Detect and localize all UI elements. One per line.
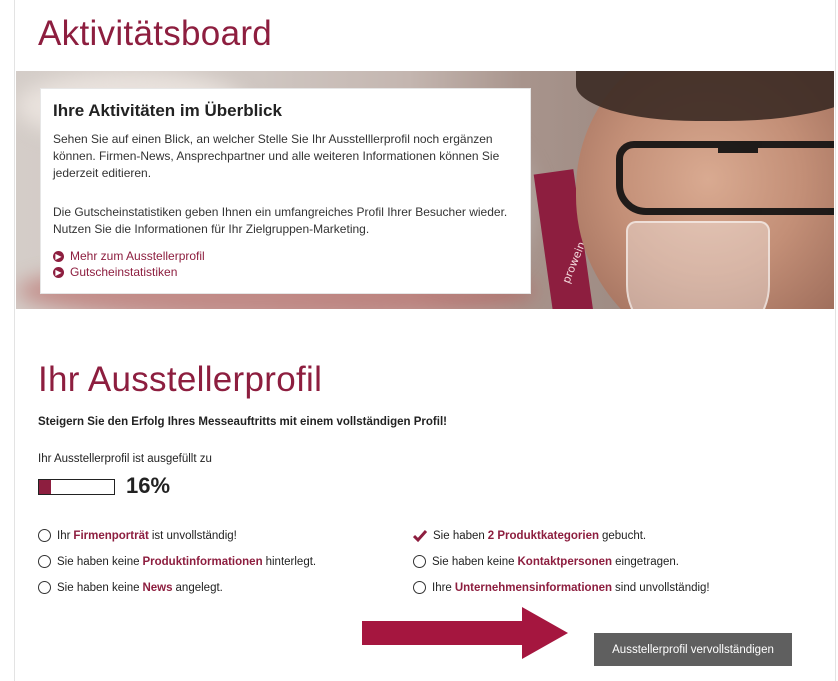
item-text-pre: Ihr — [57, 529, 71, 542]
voucher-statistics-link-label: Gutscheinstatistiken — [70, 265, 178, 279]
empty-circle-icon — [38, 581, 51, 594]
checklist-item-contacts: Sie haben keine Kontaktpersonen eingetra… — [413, 555, 679, 568]
checklist-item-product-info: Sie haben keine Produktinformationen hin… — [38, 555, 316, 568]
progress-label: Ihr Ausstellerprofil ist ausgefüllt zu — [38, 453, 212, 465]
glasses-image — [616, 141, 834, 215]
item-text-pre: Sie haben keine — [57, 555, 140, 568]
progress-percentage: 16% — [126, 473, 171, 498]
left-divider — [14, 0, 15, 681]
profile-section-title: Ihr Ausstellerprofil — [38, 360, 323, 399]
page-title: Aktivitätsboard — [38, 14, 273, 53]
item-text-post: angelegt. — [175, 581, 223, 594]
product-information-link[interactable]: Produktinformationen — [142, 556, 262, 568]
company-information-link[interactable]: Unternehmensinformationen — [455, 582, 612, 594]
item-text-post: sind unvollständig! — [615, 581, 710, 594]
contact-persons-link[interactable]: Kontaktpersonen — [517, 556, 612, 568]
empty-circle-icon — [413, 581, 426, 594]
item-text-post: hinterlegt. — [265, 555, 317, 568]
checklist-item-product-categories: Sie haben 2 Produktkategorien gebucht. — [413, 529, 646, 543]
overview-heading: Ihre Aktivitäten im Überblick — [53, 101, 282, 120]
item-text-post: ist unvollständig! — [151, 529, 237, 542]
profile-progress-bar — [38, 479, 115, 495]
item-text-post: gebucht. — [602, 530, 647, 542]
arrow-circle-icon: ▶ — [53, 250, 64, 262]
wine-glass-image — [626, 221, 770, 309]
item-text-pre: Sie haben — [433, 530, 485, 542]
profile-subtitle: Steigern Sie den Erfolg Ihres Messeauftr… — [38, 416, 447, 428]
right-divider — [835, 0, 836, 681]
checklist-item-company-portrait: Ihr Firmenporträt ist unvollständig! — [38, 529, 237, 542]
exhibitor-profile-link-label: Mehr zum Ausstellerprofil — [70, 249, 205, 263]
arrow-circle-icon: ▶ — [53, 266, 64, 278]
overview-paragraph-2: Die Gutscheinstatistiken geben Ihnen ein… — [53, 205, 508, 236]
pointer-arrow-icon — [362, 607, 568, 659]
progress-bar-fill — [39, 480, 51, 494]
item-text-post: eingetragen. — [615, 555, 680, 568]
empty-circle-icon — [38, 529, 51, 542]
checklist-item-company-info: Ihre Unternehmensinformationen sind unvo… — [413, 581, 710, 594]
item-text-pre: Sie haben keine — [432, 555, 515, 568]
overview-card: Ihre Aktivitäten im Überblick Sehen Sie … — [41, 89, 530, 293]
empty-circle-icon — [38, 555, 51, 568]
item-text-pre: Sie haben keine — [57, 581, 140, 594]
empty-circle-icon — [413, 555, 426, 568]
checkmark-icon — [413, 530, 427, 543]
product-categories-link[interactable]: 2 Produktkategorien — [488, 530, 599, 542]
exhibitor-profile-link[interactable]: ▶ Mehr zum Ausstellerprofil — [53, 249, 205, 263]
company-portrait-link[interactable]: Firmenporträt — [73, 530, 148, 542]
complete-profile-button[interactable]: Ausstellerprofil vervollständigen — [594, 633, 792, 666]
checklist-item-news: Sie haben keine News angelegt. — [38, 581, 223, 594]
voucher-statistics-link[interactable]: ▶ Gutscheinstatistiken — [53, 265, 177, 279]
news-link[interactable]: News — [142, 582, 172, 594]
overview-paragraph-1: Sehen Sie auf einen Blick, an welcher St… — [53, 132, 500, 180]
item-text-pre: Ihre — [432, 581, 452, 594]
